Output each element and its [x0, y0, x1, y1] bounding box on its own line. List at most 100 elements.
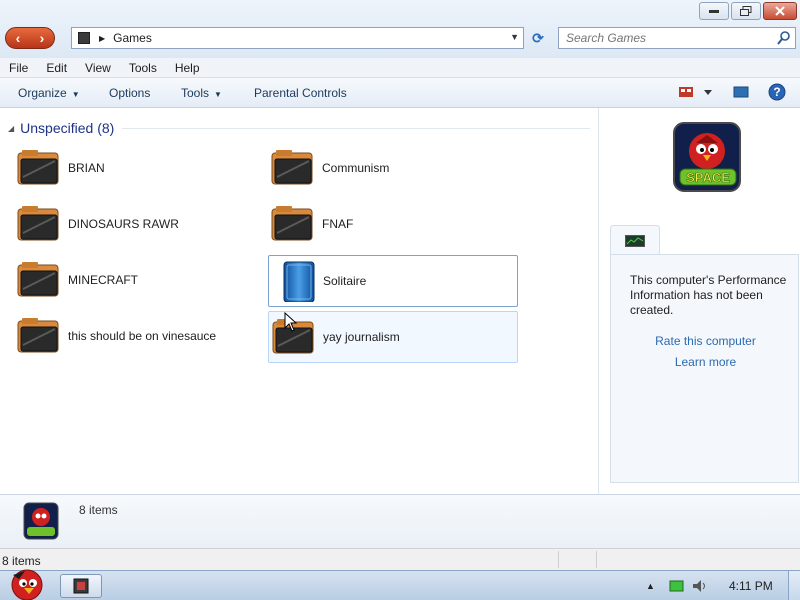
refresh-button[interactable]: ⟳: [528, 28, 548, 48]
minimize-button[interactable]: [699, 2, 729, 20]
group-header[interactable]: ◢ Unspecified (8): [8, 120, 590, 136]
menu-edit[interactable]: Edit: [37, 58, 76, 77]
performance-info-text: This computer's Performance Information …: [630, 273, 787, 317]
game-title: FNAF: [322, 217, 354, 231]
organize-dropdown-icon: ▼: [71, 90, 80, 99]
parental-controls-button[interactable]: Parental Controls: [254, 86, 347, 100]
search-box[interactable]: [558, 27, 796, 49]
organize-label: Organize: [18, 86, 67, 100]
navigation-buttons: ‹ ›: [5, 27, 55, 49]
start-button[interactable]: [3, 565, 51, 600]
collapse-caret-icon[interactable]: ◢: [8, 124, 14, 133]
performance-tab[interactable]: [610, 225, 660, 255]
window-controls: [699, 2, 797, 20]
help-icon: ?: [768, 83, 786, 101]
preview-pane-button[interactable]: [733, 85, 749, 102]
learn-more-link[interactable]: Learn more: [611, 355, 800, 369]
games-folder-icon: [78, 32, 90, 44]
games-explorer-icon: [73, 578, 89, 594]
organize-button[interactable]: Organize ▼: [18, 86, 80, 100]
item-count: 8 items: [79, 503, 118, 517]
menu-bar: File Edit View Tools Help: [0, 58, 800, 78]
system-tray: ▲: [638, 571, 709, 600]
group-divider: [122, 127, 590, 129]
menu-help[interactable]: Help: [166, 58, 209, 77]
options-button[interactable]: Options: [109, 86, 150, 100]
parental-controls-label: Parental Controls: [254, 86, 347, 100]
game-title: Solitaire: [323, 274, 367, 288]
games-list: ◢ Unspecified (8) BRIAN Communism DINOSA…: [0, 108, 598, 494]
game-folder-icon: [17, 315, 63, 357]
preview-pane-icon: [733, 86, 749, 98]
game-folder-icon: [271, 147, 317, 189]
details-bar: 8 items: [0, 494, 800, 548]
close-button[interactable]: [763, 2, 797, 20]
space-badge-text: SPACE: [686, 170, 730, 185]
address-dropdown-icon[interactable]: ▼: [510, 32, 519, 42]
title-bar: ‹ › ▶ Games ▼ ⟳: [0, 0, 800, 58]
forward-button[interactable]: ›: [40, 30, 45, 46]
game-tile-communism[interactable]: Communism: [268, 142, 518, 194]
game-title: yay journalism: [323, 330, 400, 344]
back-button[interactable]: ‹: [16, 30, 21, 46]
game-tile-solitaire[interactable]: Solitaire: [268, 255, 518, 307]
command-bar: Organize ▼ Options Tools ▼ Parental Contro…: [0, 78, 800, 108]
game-title: DINOSAURS RAWR: [68, 217, 179, 231]
status-bar: 8 items: [0, 548, 800, 570]
taskbar: ▲ 4:11 PM: [0, 569, 800, 600]
game-folder-icon: [17, 259, 63, 301]
show-hidden-icons-icon[interactable]: ▲: [646, 581, 655, 591]
tools-label: Tools: [181, 86, 210, 100]
view-options-button[interactable]: [678, 85, 712, 102]
close-icon: [775, 6, 785, 16]
status-separator: [558, 551, 559, 568]
refresh-icon: ⟳: [532, 29, 544, 46]
game-tile-dinosaurs-rawr[interactable]: DINOSAURS RAWR: [14, 198, 264, 250]
game-folder-icon: [271, 203, 317, 245]
game-title: this should be on vinesauce: [68, 329, 217, 343]
game-tile-minecraft[interactable]: MINECRAFT: [14, 254, 264, 306]
game-folder-icon: [17, 203, 63, 245]
network-icon[interactable]: [669, 579, 685, 593]
minimize-icon: [709, 10, 719, 13]
game-tile-yay-journalism[interactable]: yay journalism: [268, 311, 518, 363]
game-title: MINECRAFT: [68, 273, 138, 287]
menu-tools[interactable]: Tools: [120, 58, 166, 77]
game-tile-vinesauce[interactable]: this should be on vinesauce: [14, 310, 264, 362]
tools-button[interactable]: Tools ▼: [181, 86, 222, 100]
breadcrumb-chevron-icon[interactable]: ▶: [99, 34, 105, 43]
view-icon: [679, 87, 712, 97]
options-label: Options: [109, 86, 151, 100]
menu-view[interactable]: View: [76, 58, 120, 77]
breadcrumb-games[interactable]: Games: [113, 31, 152, 45]
game-tile-brian[interactable]: BRIAN: [14, 142, 264, 194]
restore-icon: [740, 6, 752, 16]
search-input[interactable]: [559, 28, 759, 48]
svg-text:?: ?: [773, 85, 780, 99]
volume-icon[interactable]: [691, 578, 709, 594]
angry-birds-space-icon: [23, 502, 59, 540]
show-desktop-button[interactable]: [788, 571, 800, 600]
mouse-cursor-icon: [284, 311, 298, 332]
game-folder-icon: [17, 147, 63, 189]
game-title: BRIAN: [68, 161, 105, 175]
rate-computer-link[interactable]: Rate this computer: [611, 334, 800, 348]
help-button[interactable]: ?: [768, 83, 786, 104]
address-bar[interactable]: ▶ Games ▼: [71, 27, 524, 49]
angry-bird-start-icon: [11, 569, 43, 600]
game-title: Communism: [322, 161, 390, 175]
taskbar-games-window[interactable]: [60, 574, 102, 598]
menu-file[interactable]: File: [0, 58, 37, 77]
performance-monitor-icon: [625, 234, 645, 247]
performance-info-box: This computer's Performance Information …: [610, 254, 799, 483]
angry-birds-space-icon: SPACE: [672, 121, 744, 195]
tools-dropdown-icon: ▼: [214, 90, 222, 99]
solitaire-icon: [272, 260, 318, 303]
status-separator: [596, 551, 597, 568]
maximize-button[interactable]: [731, 2, 761, 20]
details-pane: SPACE This computer's Performance Inform…: [599, 108, 800, 494]
game-tile-fnaf[interactable]: FNAF: [268, 198, 518, 250]
search-icon[interactable]: [777, 31, 790, 45]
taskbar-clock[interactable]: 4:11 PM: [729, 579, 773, 593]
group-title[interactable]: Unspecified (8): [20, 120, 114, 136]
